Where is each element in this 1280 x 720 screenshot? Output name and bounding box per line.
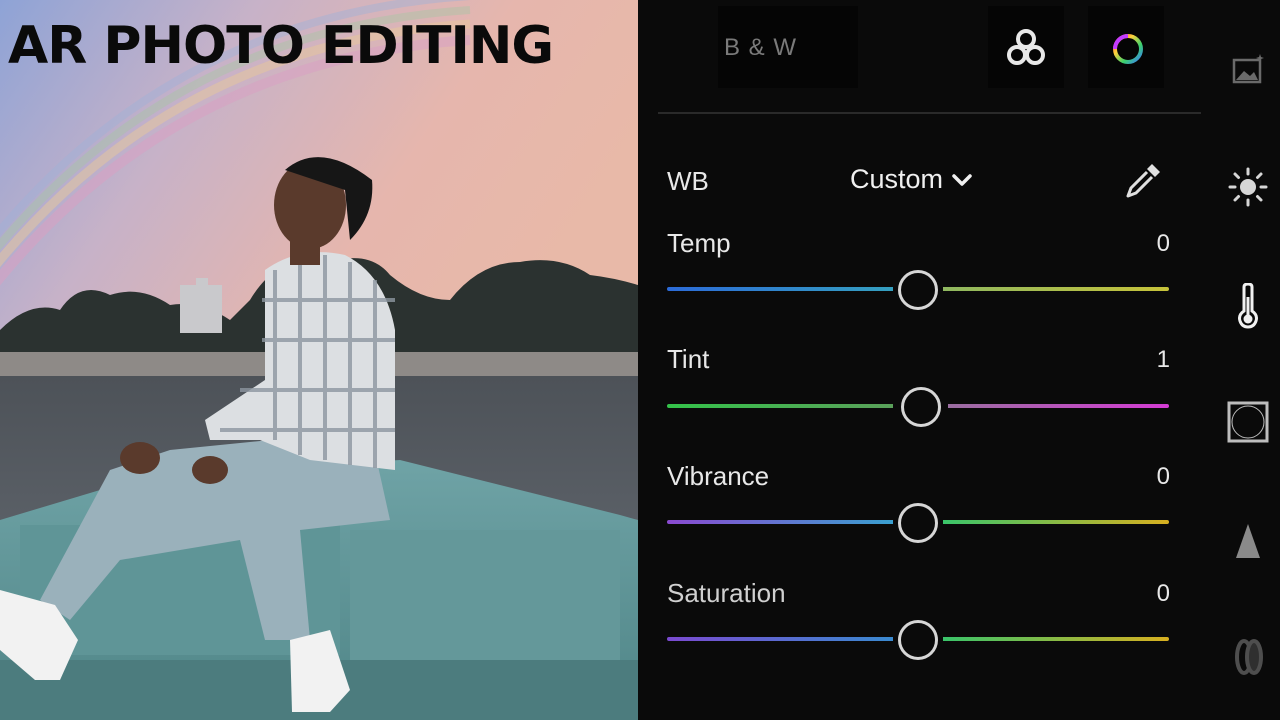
photo-preview: AR PHOTO EDITING — [0, 0, 638, 720]
tab-bw[interactable]: B & W — [718, 6, 858, 88]
saturation-label: Saturation — [667, 578, 786, 608]
overlay-title: AR PHOTO EDITING — [8, 16, 554, 76]
tab-color-mixer[interactable] — [988, 6, 1064, 88]
tint-slider-handle[interactable] — [900, 387, 941, 427]
thermometer-icon[interactable] — [1228, 283, 1268, 329]
wb-label: WB — [667, 166, 709, 196]
color-mixer-icon — [1007, 29, 1045, 65]
temp-value: 0 — [1156, 230, 1170, 257]
vibrance-slider-handle[interactable] — [898, 503, 938, 543]
eyedropper-icon[interactable] — [1122, 160, 1164, 202]
saturation-slider-handle[interactable] — [898, 620, 938, 660]
vignette-icon[interactable] — [1226, 400, 1270, 444]
color-wheel-icon — [1113, 34, 1143, 64]
tint-label: Tint — [667, 344, 710, 374]
panel-divider — [658, 112, 1201, 114]
wb-preset-dropdown[interactable]: Custom — [850, 164, 973, 195]
tint-value: 1 — [1156, 346, 1170, 373]
photo-canvas — [0, 0, 638, 720]
color-edit-panel: B & W WB Custom Temp 0 Tint 1 Vibrance 0… — [638, 0, 1280, 720]
tab-bw-label: B & W — [724, 34, 798, 61]
tab-color-grading[interactable] — [1088, 6, 1164, 88]
image-icon[interactable] — [1228, 50, 1268, 90]
temp-slider-handle[interactable] — [898, 270, 938, 310]
wb-preset-value: Custom — [850, 164, 944, 194]
chevron-down-icon — [952, 173, 972, 186]
vibrance-value: 0 — [1156, 463, 1170, 490]
saturation-value: 0 — [1156, 580, 1170, 607]
triangle-icon[interactable] — [1228, 520, 1268, 560]
sun-icon[interactable] — [1228, 167, 1268, 207]
lens-icon[interactable] — [1228, 637, 1268, 677]
vibrance-label: Vibrance — [667, 461, 770, 491]
temp-label: Temp — [667, 228, 731, 258]
